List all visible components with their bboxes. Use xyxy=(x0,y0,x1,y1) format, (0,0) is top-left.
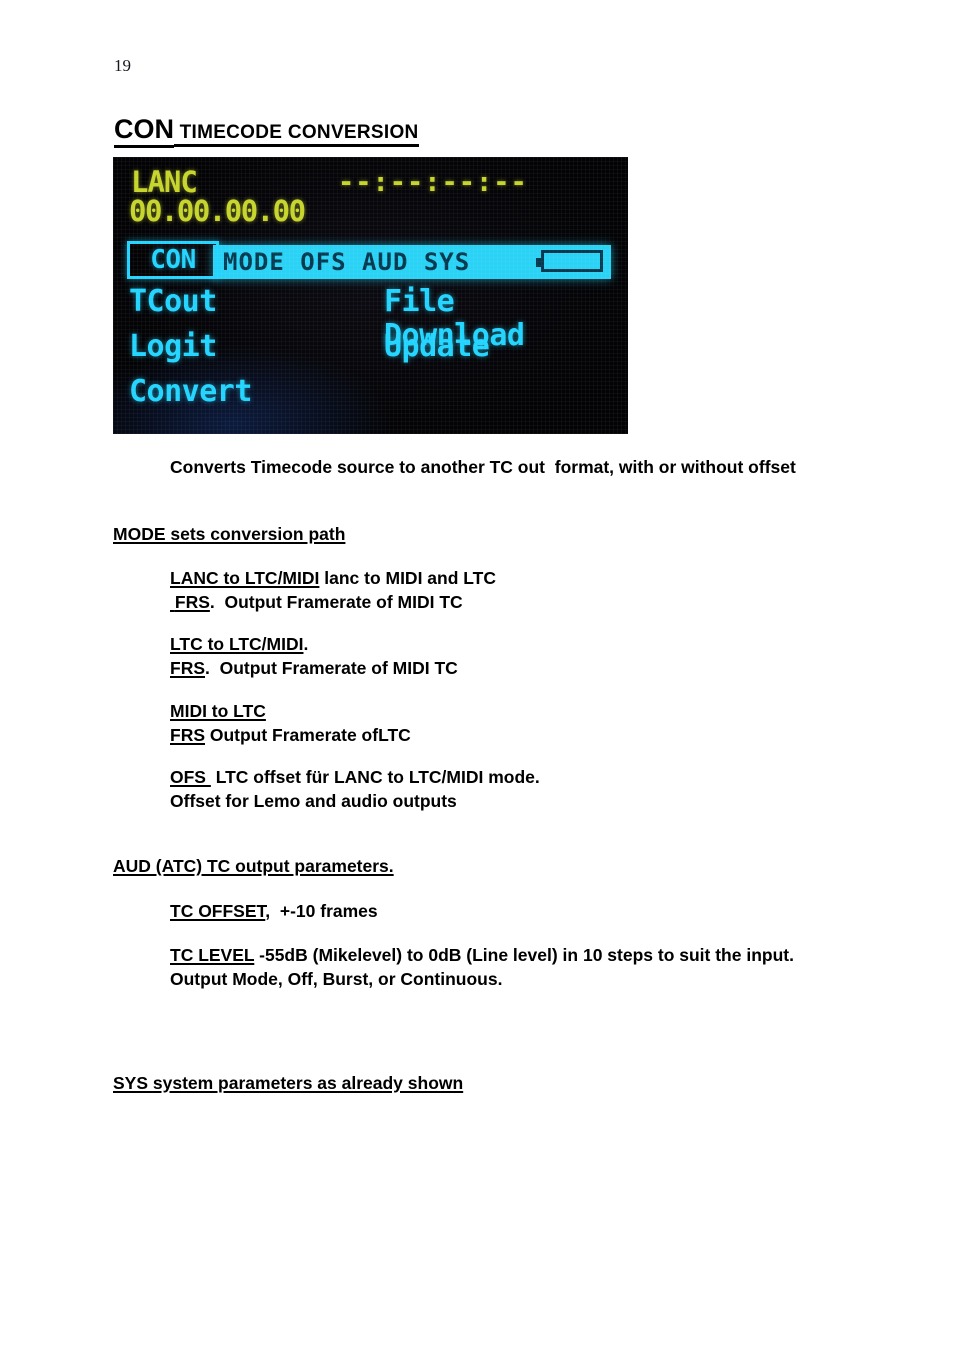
tc-level-rest: -55dB (Mikelevel) to 0dB (Line level) in… xyxy=(254,945,794,965)
sys-heading-text: SYS system parameters as already shown xyxy=(113,1073,464,1093)
ofs-title-rest: LTC offset für LANC to LTC/MIDI mode. xyxy=(210,767,540,787)
lcd-selected-item-label[interactable]: CON xyxy=(133,245,213,275)
lanc-title-rest: lanc to MIDI and LTC xyxy=(319,568,496,588)
lcd-menu-bar: MODE OFS AUD SYS CON xyxy=(127,241,611,279)
lcd-menu-item-update[interactable]: Update xyxy=(384,330,490,364)
tc-offset-title: TC OFFSET xyxy=(170,901,266,921)
midi-frs-title: FRS xyxy=(170,725,205,745)
ltc-frs-rest: . Output Framerate of MIDI TC xyxy=(205,658,458,678)
lcd-source-timecode: 00.00.00.00 xyxy=(129,194,306,228)
lcd-menu-bar-items[interactable]: MODE OFS AUD SYS xyxy=(223,247,470,277)
ltc-title-rest: . xyxy=(303,634,309,654)
tc-level-title: TC LEVEL xyxy=(170,945,255,965)
lanc-frs-title: FRS xyxy=(170,592,210,612)
lcd-output-timecode: --:--:--:-- xyxy=(338,167,528,198)
lcd-menu-row: Logit Update xyxy=(129,330,609,375)
mode-heading-text: MODE sets conversion path xyxy=(113,524,346,544)
ltc-frs-title: FRS xyxy=(170,658,205,678)
lanc-block: LANC to LTC/MIDI lanc to MIDI and LTC FR… xyxy=(170,566,496,614)
lanc-title: LANC to LTC/MIDI xyxy=(170,568,320,588)
sys-heading: SYS system parameters as already shown xyxy=(113,1071,463,1095)
device-display-photo: LANC 00.00.00.00 --:--:--:-- MODE OFS AU… xyxy=(113,157,628,434)
midi-title: MIDI to LTC xyxy=(170,701,266,721)
lcd-source-label: LANC xyxy=(131,165,198,199)
lcd-menu-item-convert[interactable]: Convert xyxy=(129,375,252,409)
lcd-menu-grid: TCout File Download Logit Update Convert xyxy=(129,285,609,420)
tc-offset-block: TC OFFSET, +-10 frames xyxy=(170,899,378,923)
midi-frs-rest: Output Framerate ofLTC xyxy=(205,725,411,745)
aud-heading: AUD (ATC) TC output parameters. xyxy=(113,854,394,878)
page-title-sub: TIMECODE CONVERSION xyxy=(174,122,419,147)
ltc-title: LTC to LTC/MIDI xyxy=(170,634,304,654)
ofs-line2: Offset for Lemo and audio outputs xyxy=(170,791,457,811)
ofs-title: OFS xyxy=(170,767,211,787)
page-title: CON TIMECODE CONVERSION xyxy=(114,114,419,148)
lcd-menu-item-tcout[interactable]: TCout xyxy=(129,285,217,319)
tc-level-line2: Output Mode, Off, Burst, or Continuous. xyxy=(170,969,503,989)
lcd-menu-row: Convert xyxy=(129,375,609,420)
ofs-block: OFS LTC offset für LANC to LTC/MIDI mode… xyxy=(170,765,540,813)
page-number: 19 xyxy=(114,56,131,75)
lcd-menu-item-logit[interactable]: Logit xyxy=(129,330,217,364)
lanc-frs-rest: . Output Framerate of MIDI TC xyxy=(209,592,463,612)
midi-block: MIDI to LTC FRS Output Framerate ofLTC xyxy=(170,699,411,747)
aud-heading-text: AUD (ATC) TC output parameters. xyxy=(113,856,394,876)
mode-heading: MODE sets conversion path xyxy=(113,522,345,546)
tc-offset-rest: , +-10 frames xyxy=(265,901,378,921)
lcd-menu-row: TCout File Download xyxy=(129,285,609,353)
page-title-main: CON xyxy=(114,114,174,148)
battery-icon xyxy=(536,250,603,272)
tc-level-block: TC LEVEL -55dB (Mikelevel) to 0dB (Line … xyxy=(170,943,810,991)
ltc-block: LTC to LTC/MIDI. FRS. Output Framerate of… xyxy=(170,632,458,680)
intro-paragraph: Converts Timecode source to another TC o… xyxy=(170,457,796,477)
